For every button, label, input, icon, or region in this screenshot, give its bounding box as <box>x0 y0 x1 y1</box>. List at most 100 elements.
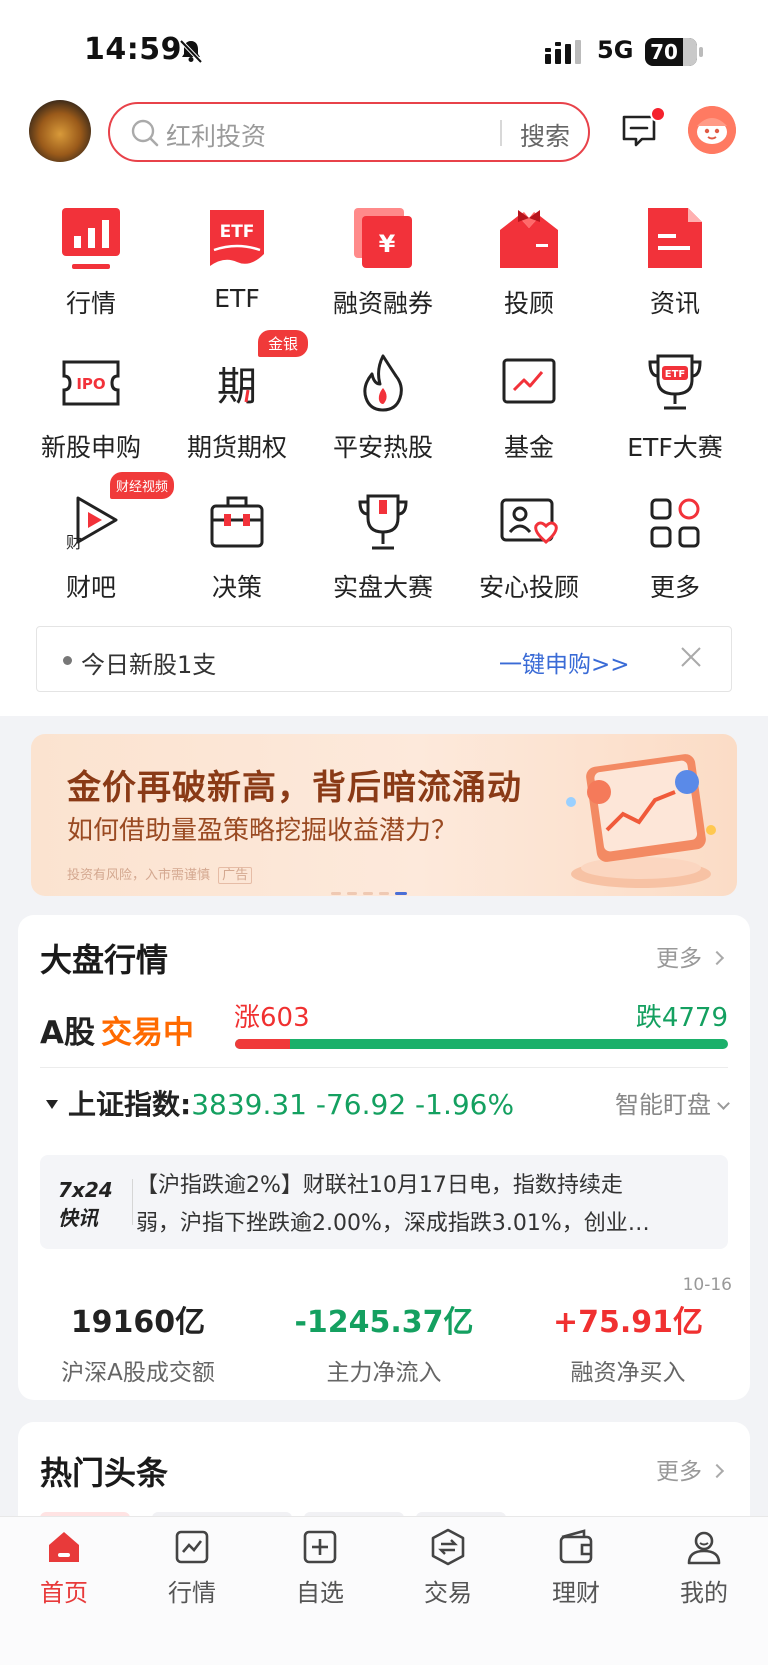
svg-text:财: 财 <box>66 533 82 552</box>
news-icon <box>648 208 702 268</box>
a-share-status: A股 交易中 <box>40 1007 194 1052</box>
chevron-right-icon <box>709 1463 725 1479</box>
advisor-icon <box>500 210 558 268</box>
one-click-subscribe-link[interactable]: 一键申购>> <box>499 645 630 679</box>
index-label: 上证指数: <box>68 1088 192 1121</box>
customer-service-icon[interactable] <box>688 106 736 154</box>
tab-label: 自选 <box>296 1579 344 1607</box>
tab-home[interactable]: 首页 <box>4 1527 124 1608</box>
grid-label: 安心投顾 <box>478 573 579 602</box>
ipo-icon: IPO <box>62 360 120 406</box>
headlines-more-link[interactable]: 更多 <box>656 1452 725 1486</box>
grid-item-anxin-advisor[interactable]: 安心投顾 <box>456 490 602 620</box>
index-value: 3839.31 -76.92 -1.96% <box>191 1088 515 1121</box>
stat-turnover[interactable]: 19160亿 沪深A股成交额 <box>18 1297 258 1387</box>
tab-label: 交易 <box>424 1579 472 1607</box>
grid-item-news[interactable]: 资讯 <box>602 206 748 336</box>
grid-item-more[interactable]: 更多 <box>602 490 748 620</box>
stat-main-inflow[interactable]: -1245.37亿 主力净流入 <box>264 1297 504 1387</box>
add-watchlist-icon <box>303 1530 337 1564</box>
grid-item-live-contest[interactable]: 实盘大赛 <box>310 490 456 620</box>
headlines-title: 热门头条 <box>40 1454 169 1492</box>
grid-label: ETF <box>214 284 260 313</box>
grid-item-caiba[interactable]: 财 财吧 <box>18 490 164 620</box>
falling-count: 跌4779 <box>635 1003 728 1033</box>
flash-news-box[interactable]: 7x24 快讯 【沪指跌逾2%】财联社10月17日电，指数持续走 弱，沪指下挫跌… <box>40 1155 728 1249</box>
svg-text:快讯: 快讯 <box>58 1206 100 1230</box>
smart-watch-dropdown[interactable]: 智能盯盘 <box>615 1085 730 1120</box>
grid-item-margin[interactable]: ¥ 融资融券 <box>310 206 456 336</box>
grid-label: 财吧 <box>65 573 116 602</box>
tab-market[interactable]: 行情 <box>132 1527 252 1608</box>
grid-item-etf[interactable]: ETF ETF <box>164 206 310 336</box>
flash-news-logo-icon: 7x24 快讯 <box>58 1178 113 1230</box>
trophy-etf-icon: ETF <box>648 354 702 410</box>
search-bar[interactable]: 红利投资 搜索 <box>108 102 590 162</box>
margin-trading-icon: ¥ <box>354 208 412 268</box>
trading-status: 交易中 <box>101 1015 194 1051</box>
grid-item-advisor[interactable]: 投顾 <box>456 206 602 336</box>
tab-label: 我的 <box>680 1579 728 1607</box>
stat-value: +75.91亿 <box>552 1305 704 1340</box>
grid-label: 实盘大赛 <box>332 573 433 602</box>
carousel-indicator <box>331 880 413 895</box>
bell-muted-icon <box>179 39 203 64</box>
stat-label: 融资净买入 <box>570 1360 686 1386</box>
home-screen: 14:59 5G 70 红利投资 搜索 行情 ETF ETF ¥ 融资融券 投顾… <box>0 0 768 1665</box>
bottom-tab-bar: 首页 行情 自选 交易 理财 我的 <box>0 1516 768 1665</box>
flame-icon <box>363 354 403 412</box>
grid-item-ipo[interactable]: IPO 新股申购 <box>18 350 164 480</box>
grid-label: 资讯 <box>649 289 700 318</box>
triangle-down-icon <box>46 1100 58 1109</box>
news-divider <box>132 1179 133 1225</box>
stat-value: 19160亿 <box>70 1305 206 1340</box>
tab-trade[interactable]: 交易 <box>388 1527 508 1608</box>
status-bar: 14:59 5G 70 <box>0 30 768 74</box>
etf-icon: ETF <box>210 210 264 266</box>
grid-item-futures[interactable]: 期 期货期权 <box>164 350 310 480</box>
news-line-2: 弱，沪指下挫跌逾2.00%，深成指跌3.01%，创业… <box>136 1211 650 1236</box>
futures-icon: 期 <box>217 364 257 410</box>
search-button[interactable]: 搜索 <box>520 117 570 153</box>
disclaimer-text: 投资有风险，入市需谨慎 <box>67 868 211 883</box>
advance-decline-bar <box>235 1039 728 1049</box>
close-icon[interactable] <box>677 643 705 671</box>
tab-wealth[interactable]: 理财 <box>516 1527 636 1608</box>
grid-item-etf-contest[interactable]: ETF ETF大赛 <box>602 350 748 480</box>
search-icon <box>131 119 159 147</box>
grid-label: 融资融券 <box>332 289 433 318</box>
tab-watchlist[interactable]: 自选 <box>260 1527 380 1608</box>
caiba-badge: 财经视频 <box>110 472 175 499</box>
rising-count: 涨603 <box>234 1003 310 1033</box>
grid-item-hangqing[interactable]: 行情 <box>18 206 164 336</box>
signal-strength-icon <box>545 40 581 64</box>
ipo-notice-bar: 今日新股1支 一键申购>> <box>36 626 732 692</box>
stat-value: -1245.37亿 <box>294 1305 474 1340</box>
notice-dot <box>63 656 72 665</box>
grid-item-fund[interactable]: 基金 <box>456 350 602 480</box>
tab-profile[interactable]: 我的 <box>644 1527 764 1608</box>
apps-grid-icon <box>650 498 700 548</box>
stat-margin-buy[interactable]: +75.91亿 融资净买入 <box>508 1297 748 1387</box>
svg-text:¥: ¥ <box>379 230 396 258</box>
a-share-label: A股 <box>40 1015 95 1051</box>
promo-banner[interactable]: 金价再破新高，背后暗流涌动 如何借助量盈策略挖掘收益潜力？ 投资有风险，入市需谨… <box>31 734 737 896</box>
stat-label: 主力净流入 <box>326 1360 442 1386</box>
market-more-link[interactable]: 更多 <box>656 939 725 973</box>
stat-label: 沪深A股成交额 <box>61 1360 215 1386</box>
briefcase-icon <box>210 496 264 548</box>
grid-item-hot-stocks[interactable]: 平安热股 <box>310 350 456 480</box>
tab-label: 行情 <box>168 1579 216 1607</box>
svg-text:ETF: ETF <box>665 369 685 380</box>
grid-item-decision[interactable]: 决策 <box>164 490 310 620</box>
user-avatar[interactable] <box>29 100 91 162</box>
shanghai-index[interactable]: 上证指数:3839.31 -76.92 -1.96% <box>46 1083 514 1123</box>
grid-label: 平安热股 <box>332 433 433 462</box>
search-placeholder: 红利投资 <box>166 122 267 151</box>
chevron-right-icon <box>709 950 725 966</box>
battery-icon: 70 <box>645 38 697 66</box>
chart-illustration-icon <box>566 754 716 888</box>
headlines-more-label: 更多 <box>656 1459 702 1485</box>
tab-label: 首页 <box>40 1579 88 1607</box>
notice-text: 今日新股1支 <box>81 651 217 679</box>
